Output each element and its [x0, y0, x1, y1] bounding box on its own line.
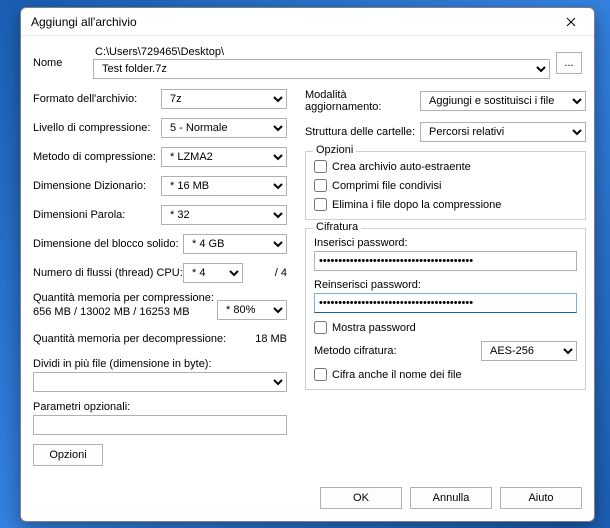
- browse-label: ...: [564, 57, 573, 69]
- options-button[interactable]: Opzioni: [33, 444, 103, 466]
- paths-select[interactable]: Percorsi relativi: [420, 122, 586, 142]
- ok-label: OK: [353, 492, 369, 504]
- sfx-checkbox[interactable]: [314, 160, 327, 173]
- mem-decomp-label: Quantità memoria per decompressione:: [33, 333, 255, 345]
- update-select[interactable]: Aggiungi e sostituisci i file: [420, 91, 586, 111]
- shared-checkbox[interactable]: [314, 179, 327, 192]
- columns: Formato dell'archivio: 7z Livello di com…: [33, 89, 582, 479]
- name-stack: C:\Users\729465\Desktop\ Test folder.7z: [93, 46, 550, 79]
- close-icon: [566, 17, 576, 27]
- block-label: Dimensione del blocco solido:: [33, 238, 183, 250]
- titlebar: Aggiungi all'archivio: [21, 8, 594, 36]
- split-select[interactable]: [33, 372, 287, 392]
- enc-method-label: Metodo cifratura:: [314, 345, 475, 357]
- mem-comp-detail: 656 MB / 13002 MB / 16253 MB: [33, 306, 217, 320]
- word-select[interactable]: * 32: [161, 205, 287, 225]
- window-title: Aggiungi all'archivio: [31, 15, 137, 29]
- dict-select[interactable]: * 16 MB: [161, 176, 287, 196]
- pwd1-label: Inserisci password:: [314, 237, 577, 249]
- password-input[interactable]: [314, 251, 577, 271]
- cancel-button[interactable]: Annulla: [410, 487, 492, 509]
- close-button[interactable]: [552, 10, 590, 34]
- encryption-group-title: Cifratura: [313, 221, 361, 233]
- show-password-label: Mostra password: [332, 322, 416, 334]
- word-label: Dimensioni Parola:: [33, 209, 161, 221]
- enc-names-label: Cifra anche il nome dei file: [332, 369, 462, 381]
- right-column: Modalità aggiornamento: Aggiungi e sosti…: [305, 89, 586, 479]
- mem-comp-select[interactable]: * 80%: [217, 300, 287, 320]
- left-column: Formato dell'archivio: 7z Livello di com…: [33, 89, 287, 479]
- dialog-content: Nome C:\Users\729465\Desktop\ Test folde…: [21, 36, 594, 483]
- ok-button[interactable]: OK: [320, 487, 402, 509]
- enc-names-checkbox[interactable]: [314, 368, 327, 381]
- shared-label: Comprimi file condivisi: [332, 180, 441, 192]
- name-label: Nome: [33, 57, 93, 69]
- pwd2-label: Reinserisci password:: [314, 279, 577, 291]
- sfx-label: Crea archivio auto-estraente: [332, 161, 471, 173]
- mem-comp-label: Quantità memoria per compressione:: [33, 292, 217, 306]
- format-label: Formato dell'archivio:: [33, 93, 161, 105]
- archive-path: C:\Users\729465\Desktop\: [93, 46, 550, 58]
- name-row: Nome C:\Users\729465\Desktop\ Test folde…: [33, 46, 582, 79]
- delete-checkbox[interactable]: [314, 198, 327, 211]
- threads-label: Numero di flussi (thread) CPU:: [33, 267, 183, 279]
- split-label: Dividi in più file (dimensione in byte):: [33, 358, 287, 370]
- params-label: Parametri opzionali:: [33, 401, 287, 413]
- block-select[interactable]: * 4 GB: [183, 234, 287, 254]
- threads-max: / 4: [247, 267, 287, 279]
- footer: OK Annulla Aiuto: [21, 483, 594, 521]
- help-button[interactable]: Aiuto: [500, 487, 582, 509]
- mem-decomp-value: 18 MB: [255, 333, 287, 345]
- archive-filename-select[interactable]: Test folder.7z: [93, 59, 550, 79]
- params-input[interactable]: [33, 415, 287, 435]
- method-label: Metodo di compressione:: [33, 151, 161, 163]
- enc-method-select[interactable]: AES-256: [481, 341, 577, 361]
- options-group-title: Opzioni: [313, 144, 356, 156]
- level-select[interactable]: 5 - Normale: [161, 118, 287, 138]
- mem-comp-row: Quantità memoria per compressione: 656 M…: [33, 292, 287, 320]
- level-label: Livello di compressione:: [33, 122, 161, 134]
- encryption-group: Cifratura Inserisci password: Reinserisc…: [305, 228, 586, 390]
- show-password-checkbox[interactable]: [314, 321, 327, 334]
- paths-label: Struttura delle cartelle:: [305, 126, 420, 138]
- options-button-label: Opzioni: [49, 449, 86, 461]
- dialog-window: Aggiungi all'archivio Nome C:\Users\7294…: [20, 7, 595, 522]
- delete-label: Elimina i file dopo la compressione: [332, 199, 501, 211]
- method-select[interactable]: * LZMA2: [161, 147, 287, 167]
- cancel-label: Annulla: [433, 492, 470, 504]
- format-select[interactable]: 7z: [161, 89, 287, 109]
- options-group: Opzioni Crea archivio auto-estraente Com…: [305, 151, 586, 220]
- update-label: Modalità aggiornamento:: [305, 89, 420, 113]
- browse-button[interactable]: ...: [556, 52, 582, 74]
- threads-select[interactable]: * 4: [183, 263, 243, 283]
- help-label: Aiuto: [528, 492, 553, 504]
- dict-label: Dimensione Dizionario:: [33, 180, 161, 192]
- password-confirm-input[interactable]: [314, 293, 577, 313]
